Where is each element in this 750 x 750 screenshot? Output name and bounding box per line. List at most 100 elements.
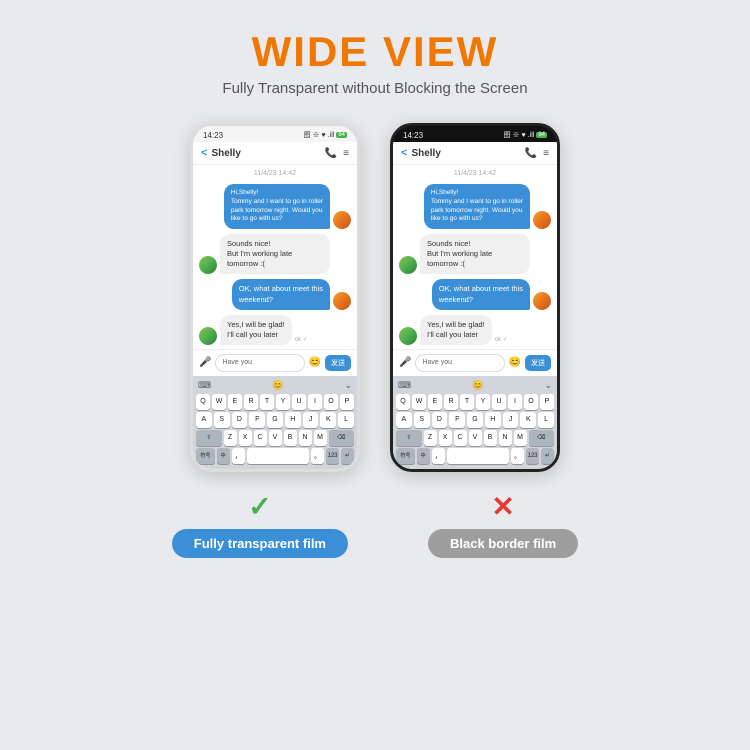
key-c-r[interactable]: C bbox=[454, 430, 467, 446]
avatar-left-2 bbox=[199, 256, 217, 274]
avatar-right-4 bbox=[399, 327, 417, 345]
chat-app-right: < Shelly 📞 ≡ 11/4/23 14:42 Hi,Shelly!Tom… bbox=[393, 142, 557, 469]
key-n-r[interactable]: N bbox=[499, 430, 512, 446]
send-btn-right[interactable]: 发送 bbox=[525, 355, 551, 371]
key-comma-r[interactable]: ， bbox=[432, 448, 445, 464]
key-l-r[interactable]: L bbox=[538, 412, 554, 428]
bubble-left-1: Hi,Shelly!Tommy and I want to go in roll… bbox=[224, 184, 330, 229]
key-h[interactable]: H bbox=[285, 412, 301, 428]
messages-left: Hi,Shelly!Tommy and I want to go in roll… bbox=[193, 180, 357, 349]
mic-icon-left: 🎤 bbox=[199, 357, 211, 368]
key-b-r[interactable]: B bbox=[484, 430, 497, 446]
key-m-r[interactable]: M bbox=[514, 430, 527, 446]
key-chinese-r[interactable]: 中 bbox=[417, 448, 430, 464]
msg-right-4: Yes,I will be glad!I'll call you later o… bbox=[399, 315, 551, 345]
key-r-r[interactable]: R bbox=[444, 394, 458, 410]
key-period[interactable]: 。 bbox=[311, 448, 324, 464]
key-q-r[interactable]: Q bbox=[396, 394, 410, 410]
avatar-left-1 bbox=[333, 211, 351, 229]
key-v-r[interactable]: V bbox=[469, 430, 482, 446]
key-g-r[interactable]: G bbox=[467, 412, 483, 428]
key-symbols-r[interactable]: 符号 bbox=[396, 448, 415, 464]
key-d-r[interactable]: D bbox=[432, 412, 448, 428]
key-shift-r[interactable]: ⇧ bbox=[396, 430, 422, 446]
key-p[interactable]: P bbox=[340, 394, 354, 410]
chat-header-right: < Shelly 📞 ≡ bbox=[393, 142, 557, 165]
key-backspace[interactable]: ⌫ bbox=[329, 430, 355, 446]
key-j[interactable]: J bbox=[303, 412, 319, 428]
kb-emoji-right: 😊 bbox=[472, 380, 483, 391]
key-l[interactable]: L bbox=[338, 412, 354, 428]
key-k[interactable]: K bbox=[320, 412, 336, 428]
key-n[interactable]: N bbox=[299, 430, 312, 446]
key-z[interactable]: Z bbox=[224, 430, 237, 446]
key-e[interactable]: E bbox=[228, 394, 242, 410]
key-q[interactable]: Q bbox=[196, 394, 210, 410]
key-x[interactable]: X bbox=[239, 430, 252, 446]
key-u[interactable]: U bbox=[292, 394, 306, 410]
key-h-r[interactable]: H bbox=[485, 412, 501, 428]
key-x-r[interactable]: X bbox=[439, 430, 452, 446]
key-s[interactable]: S bbox=[214, 412, 230, 428]
key-r[interactable]: R bbox=[244, 394, 258, 410]
bubble-left-2: Sounds nice!But I'm working late tomorro… bbox=[220, 234, 330, 274]
msg-right-3: OK, what about meet thisweekend? bbox=[399, 279, 551, 309]
key-f-r[interactable]: F bbox=[449, 412, 465, 428]
kb-down-left: ⌄ bbox=[344, 380, 352, 391]
key-c[interactable]: C bbox=[254, 430, 267, 446]
key-k-r[interactable]: K bbox=[520, 412, 536, 428]
key-y[interactable]: Y bbox=[276, 394, 290, 410]
key-d[interactable]: D bbox=[232, 412, 248, 428]
key-enter[interactable]: ↵ bbox=[341, 448, 354, 464]
bubble-left-3: OK, what about meet thisweekend? bbox=[232, 279, 330, 309]
key-123-r[interactable]: 123 bbox=[526, 448, 539, 464]
key-f[interactable]: F bbox=[249, 412, 265, 428]
key-b[interactable]: B bbox=[284, 430, 297, 446]
checkmark-icon: ✓ bbox=[248, 490, 271, 523]
key-p-r[interactable]: P bbox=[540, 394, 554, 410]
key-i-r[interactable]: I bbox=[508, 394, 522, 410]
key-e-r[interactable]: E bbox=[428, 394, 442, 410]
messages-right: Hi,Shelly!Tommy and I want to go in roll… bbox=[393, 180, 557, 349]
header: WIDE VIEW Fully Transparent without Bloc… bbox=[222, 0, 527, 105]
key-o[interactable]: O bbox=[324, 394, 338, 410]
contact-name-right: Shelly bbox=[411, 148, 440, 159]
kb-special-left: ⌨ bbox=[198, 380, 211, 391]
key-backspace-r[interactable]: ⌫ bbox=[529, 430, 555, 446]
key-space-r[interactable] bbox=[447, 448, 509, 464]
key-o-r[interactable]: O bbox=[524, 394, 538, 410]
key-t-r[interactable]: T bbox=[460, 394, 474, 410]
kb-special-right: ⌨ bbox=[398, 380, 411, 391]
mic-icon-right: 🎤 bbox=[399, 357, 411, 368]
key-i[interactable]: I bbox=[308, 394, 322, 410]
key-t[interactable]: T bbox=[260, 394, 274, 410]
key-v[interactable]: V bbox=[269, 430, 282, 446]
key-chinese[interactable]: 中 bbox=[217, 448, 230, 464]
key-m[interactable]: M bbox=[314, 430, 327, 446]
key-a[interactable]: A bbox=[196, 412, 212, 428]
key-y-r[interactable]: Y bbox=[476, 394, 490, 410]
key-enter-r[interactable]: ↵ bbox=[541, 448, 554, 464]
black-border-badge: Black border film bbox=[428, 529, 578, 558]
key-period-r[interactable]: 。 bbox=[511, 448, 524, 464]
input-field-right[interactable]: Have you bbox=[415, 354, 504, 372]
input-field-left[interactable]: Have you bbox=[215, 354, 304, 372]
key-w[interactable]: W bbox=[212, 394, 226, 410]
key-s-r[interactable]: S bbox=[414, 412, 430, 428]
key-g[interactable]: G bbox=[267, 412, 283, 428]
key-123[interactable]: 123 bbox=[326, 448, 339, 464]
send-btn-left[interactable]: 发送 bbox=[325, 355, 351, 371]
avatar-right-3 bbox=[533, 292, 551, 310]
key-shift[interactable]: ⇧ bbox=[196, 430, 222, 446]
key-w-r[interactable]: W bbox=[412, 394, 426, 410]
key-u-r[interactable]: U bbox=[492, 394, 506, 410]
key-comma[interactable]: ， bbox=[232, 448, 245, 464]
key-space[interactable] bbox=[247, 448, 309, 464]
status-time-right: 14:23 bbox=[403, 131, 423, 140]
key-j-r[interactable]: J bbox=[503, 412, 519, 428]
msg-left-3: OK, what about meet thisweekend? bbox=[199, 279, 351, 309]
key-symbols[interactable]: 符号 bbox=[196, 448, 215, 464]
key-z-r[interactable]: Z bbox=[424, 430, 437, 446]
key-a-r[interactable]: A bbox=[396, 412, 412, 428]
status-icons-left: 图 ※ ♥ .ill 84 bbox=[304, 130, 347, 140]
